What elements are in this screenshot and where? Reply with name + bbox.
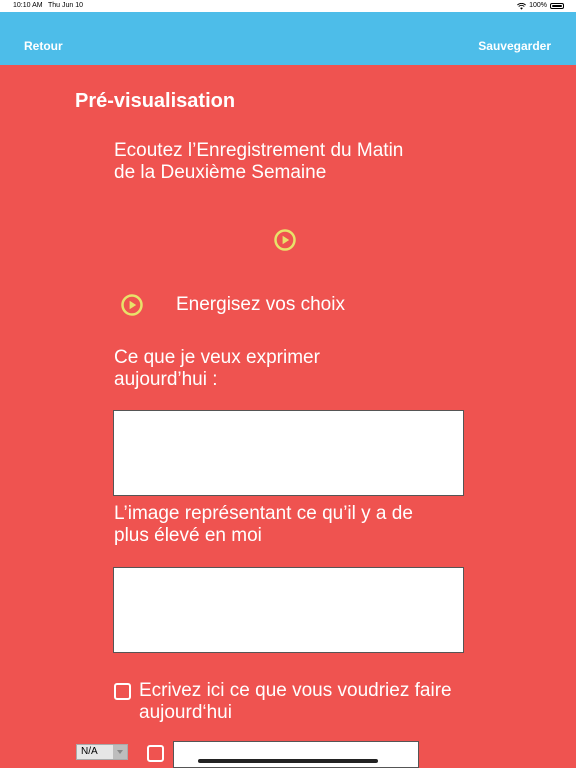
item-input[interactable] xyxy=(173,741,419,768)
write-label-line1: Ecrivez ici ce que vous voudriez faire xyxy=(139,680,452,701)
page-title: Pré-visualisation xyxy=(75,90,236,112)
image-label-line2: plus élevé en moi xyxy=(114,525,262,546)
express-label-line1: Ce que je veux exprimer xyxy=(114,347,320,368)
save-button[interactable]: Sauvegarder xyxy=(478,39,551,53)
battery-percent: 100% xyxy=(529,2,547,9)
play-energize-icon[interactable] xyxy=(121,294,143,316)
back-button[interactable]: Retour xyxy=(24,39,63,53)
express-textarea[interactable] xyxy=(113,410,464,496)
wifi-icon xyxy=(517,2,527,10)
status-bar: 10:10 AM Thu Jun 10 100% xyxy=(0,0,576,12)
recording-title-line1: Ecoutez l’Enregistrement du Matin xyxy=(114,140,404,161)
status-date: Thu Jun 10 xyxy=(48,2,84,9)
recording-title-line2: de la Deuxième Semaine xyxy=(114,162,327,183)
home-indicator xyxy=(198,759,378,763)
express-label: Ce que je veux exprimer aujourd’hui : xyxy=(114,347,320,391)
write-label: Ecrivez ici ce que vous voudriez faire a… xyxy=(139,680,452,724)
express-label-line2: aujourd’hui : xyxy=(114,369,218,390)
status-time: 10:10 AM xyxy=(13,2,43,9)
write-label-line2: aujourd‘hui xyxy=(139,702,232,723)
nav-bar: Retour Sauvegarder xyxy=(0,12,576,65)
chevron-down-icon xyxy=(113,745,127,759)
battery-icon xyxy=(550,3,564,9)
na-select[interactable]: N/A xyxy=(76,744,128,760)
image-label: L’image représentant ce qu’il y a de plu… xyxy=(114,503,413,547)
write-checkbox[interactable] xyxy=(114,683,131,700)
energize-label: Energisez vos choix xyxy=(176,294,345,315)
image-textarea[interactable] xyxy=(113,567,464,653)
recording-title: Ecoutez l’Enregistrement du Matin de la … xyxy=(114,140,403,184)
na-select-value: N/A xyxy=(81,746,98,757)
status-right: 100% xyxy=(517,0,564,12)
play-recording-icon[interactable] xyxy=(274,229,296,251)
image-label-line1: L’image représentant ce qu’il y a de xyxy=(114,503,413,524)
item-checkbox[interactable] xyxy=(147,745,164,762)
